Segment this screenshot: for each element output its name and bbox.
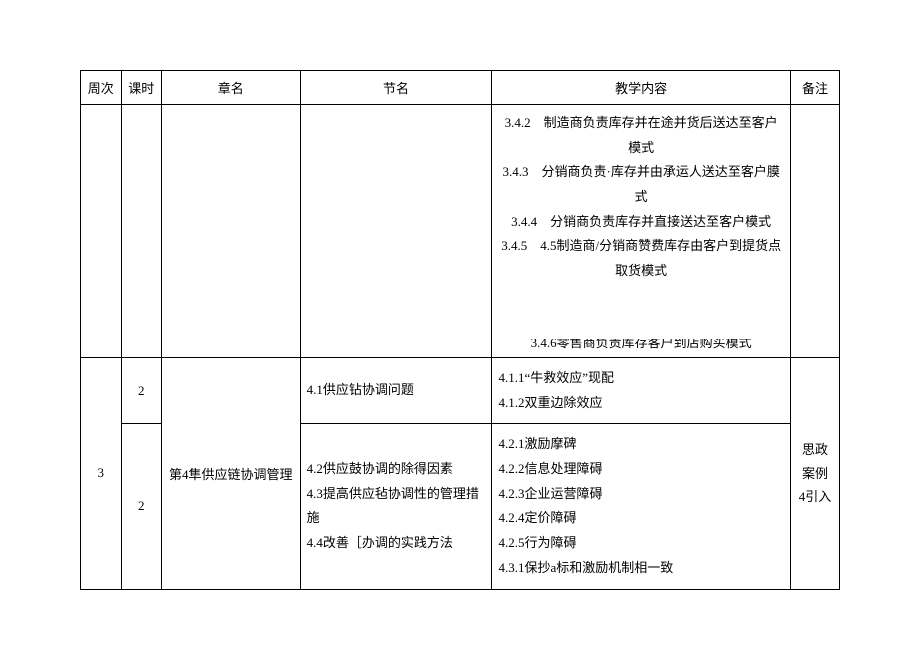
cell-hours-3a: 2 xyxy=(121,358,162,424)
content-line: 3.4.5 4.5制造商/分销商赞费库存由客户到提货点取货模式 xyxy=(498,234,783,283)
table-header-row: 周次 课时 章名 节名 教学内容 备注 xyxy=(81,71,840,105)
header-remark: 备注 xyxy=(790,71,839,105)
cell-week-3: 3 xyxy=(81,358,122,590)
content-line: 4.2.1激励摩碑 xyxy=(498,432,783,457)
cell-remark-3: 思政 案例 4引入 xyxy=(790,358,839,590)
content-line: 3.4.4 分销商负责库存并直接送达至客户模式 xyxy=(498,210,783,235)
content-line: 3.4.3 分销商负责·库存并由承运人送达至客户膜式 xyxy=(498,160,783,209)
cell-chapter-3: 第4隼供应链协调管理 xyxy=(162,358,301,590)
header-hours: 课时 xyxy=(121,71,162,105)
content-line: 4.3.1保抄a标和激励机制相一致 xyxy=(498,556,783,581)
content-line: 3.4.2 制造商负责库存并在途并货后送达至客户模式 xyxy=(498,111,783,160)
cell-content-3a: 4.1.1“牛救效应”现配 4.1.2双重边除效应 xyxy=(492,358,790,424)
cell-section-3b: 4.2供应鼓协调的除得因素 4.3提高供应毡协调性的管理措施 4.4改善［办调的… xyxy=(300,424,492,589)
remark-line: 4引入 xyxy=(793,485,837,508)
content-line: 4.1.1“牛救效应”现配 xyxy=(498,366,783,391)
content-line: 4.1.2双重边除效应 xyxy=(498,391,783,416)
header-chapter: 章名 xyxy=(162,71,301,105)
cell-week-prev xyxy=(81,105,122,358)
remark-line: 案例 xyxy=(793,462,837,485)
cell-hours-3b: 2 xyxy=(121,424,162,589)
section-line: 4.2供应鼓协调的除得因素 xyxy=(307,457,486,482)
cell-content-prev: 3.4.2 制造商负责库存并在途并货后送达至客户模式 3.4.3 分销商负责·库… xyxy=(492,105,790,358)
cell-section-prev xyxy=(300,105,492,358)
content-line: 4.2.4定价障碍 xyxy=(498,506,783,531)
cell-chapter-prev xyxy=(162,105,301,358)
remark-line: 思政 xyxy=(793,438,837,461)
content-line: 4.2.5行为障碍 xyxy=(498,531,783,556)
cell-content-3b: 4.2.1激励摩碑 4.2.2信息处理障碍 4.2.3企业运营障碍 4.2.4定… xyxy=(492,424,790,589)
table-row-prev: 3.4.2 制造商负责库存并在途并货后送达至客户模式 3.4.3 分销商负责·库… xyxy=(81,105,840,358)
content-line: 4.2.2信息处理障碍 xyxy=(498,457,783,482)
content-line: 4.2.3企业运营障碍 xyxy=(498,482,783,507)
content-line-cut: 3.4.6零售商负责库存客户到店购买模式 xyxy=(498,339,783,356)
cell-remark-prev xyxy=(790,105,839,358)
header-week: 周次 xyxy=(81,71,122,105)
cell-hours-prev xyxy=(121,105,162,358)
section-line: 4.4改善［办调的实践方法 xyxy=(307,531,486,556)
header-content: 教学内容 xyxy=(492,71,790,105)
cell-section-3a: 4.1供应钻协调问题 xyxy=(300,358,492,424)
table-row-3a: 3 2 第4隼供应链协调管理 4.1供应钻协调问题 4.1.1“牛救效应”现配 … xyxy=(81,358,840,424)
header-section: 节名 xyxy=(300,71,492,105)
section-line: 4.3提高供应毡协调性的管理措施 xyxy=(307,482,486,531)
syllabus-table: 周次 课时 章名 节名 教学内容 备注 3.4.2 制造商负责库存并在途并货后送… xyxy=(80,70,840,590)
